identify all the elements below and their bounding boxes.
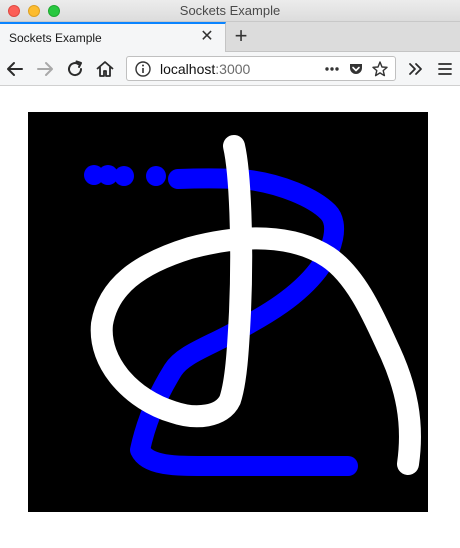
tab-close-icon[interactable]: ✕: [199, 29, 215, 45]
drawing-canvas[interactable]: [28, 112, 428, 512]
reload-icon[interactable]: [64, 58, 86, 80]
hamburger-menu-icon[interactable]: [434, 58, 456, 80]
page-actions-icon[interactable]: [323, 60, 341, 78]
bookmark-star-icon[interactable]: [371, 60, 389, 78]
page-content: [0, 86, 460, 548]
tab-strip: Sockets Example ✕ +: [0, 22, 460, 52]
home-icon[interactable]: [94, 58, 116, 80]
info-icon[interactable]: [134, 60, 152, 78]
new-tab-button[interactable]: +: [230, 25, 252, 47]
overflow-menu-icon[interactable]: [405, 58, 427, 80]
pocket-icon[interactable]: [347, 60, 365, 78]
tab-label: Sockets Example: [9, 31, 102, 45]
window-title: Sockets Example: [179, 3, 281, 18]
url-host: localhost: [160, 61, 216, 77]
url-port: :3000: [215, 61, 251, 77]
tab-sockets-example[interactable]: Sockets Example ✕: [0, 22, 226, 52]
url-text[interactable]: localhost:3000: [160, 61, 250, 77]
back-icon[interactable]: [4, 58, 26, 80]
title-bar: Sockets Example: [0, 0, 460, 22]
forward-icon: [37, 62, 53, 76]
navigation-bar: localhost:3000: [0, 52, 460, 86]
browser-window: Sockets Example Sockets Example ✕ + loca…: [0, 0, 460, 548]
url-bar[interactable]: localhost:3000: [126, 56, 396, 81]
